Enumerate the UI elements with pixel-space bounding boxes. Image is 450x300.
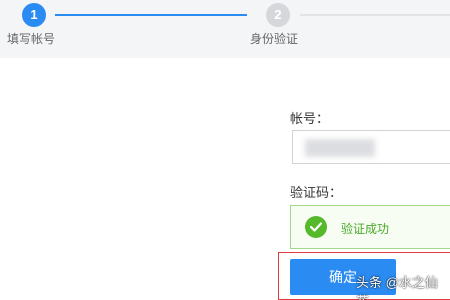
- step-connector-pending: [300, 14, 450, 16]
- step-1-number: 1: [22, 3, 46, 27]
- blurred-account-value: [305, 139, 375, 157]
- step-2-number: 2: [266, 3, 290, 27]
- step-2-label: 身份验证: [250, 32, 299, 46]
- captcha-label: 验证码：: [290, 185, 343, 200]
- account-input[interactable]: [292, 130, 450, 164]
- step-progress-bar: 1 2 填写帐号 身份验证: [0, 0, 450, 58]
- step-1-label: 填写帐号: [7, 32, 56, 46]
- step-connector-active: [55, 14, 247, 16]
- captcha-verify-box[interactable]: 验证成功: [290, 205, 450, 249]
- account-label: 帐号：: [290, 111, 330, 126]
- watermark-text: 头条 @水之仙花: [356, 275, 438, 300]
- check-circle-icon: [305, 216, 327, 238]
- verify-status-text: 验证成功: [341, 222, 390, 236]
